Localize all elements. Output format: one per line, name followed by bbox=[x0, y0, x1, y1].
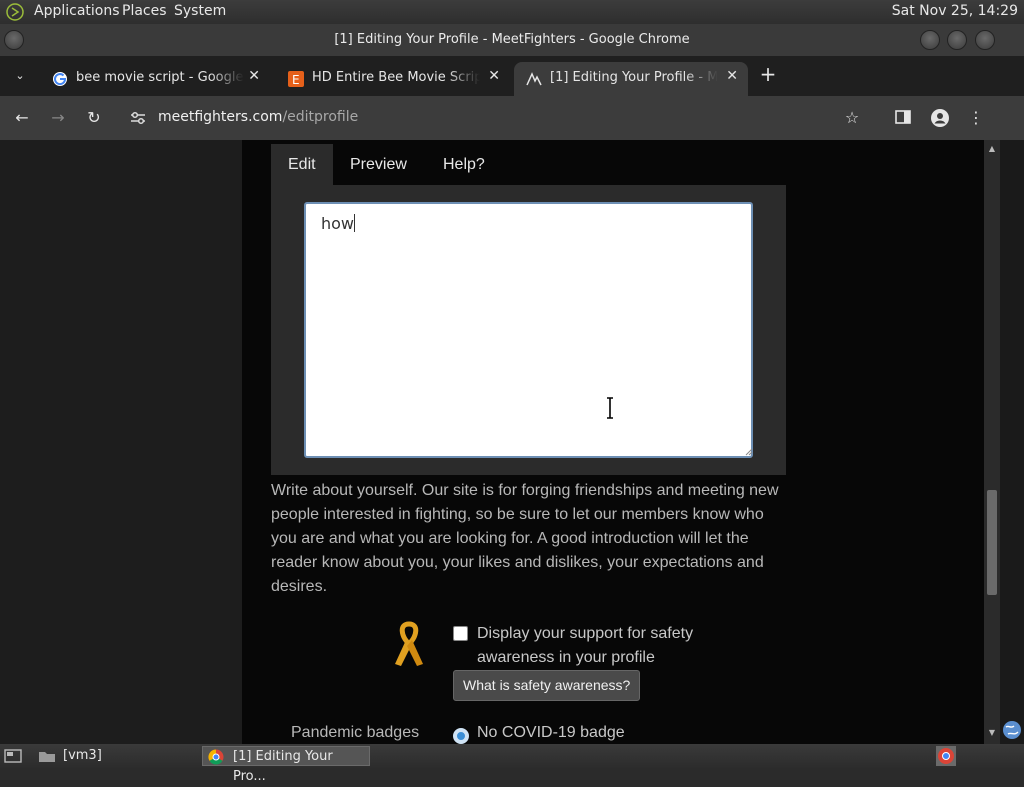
side-panel-icon[interactable] bbox=[894, 108, 912, 126]
meetfighters-icon bbox=[526, 72, 542, 86]
bottom-taskbar: [vm3] [1] Editing Your Pro... bbox=[0, 744, 1024, 784]
chrome-icon bbox=[208, 749, 224, 765]
tab-label: HD Entire Bee Movie Script Meme bbox=[312, 70, 480, 85]
pandemic-badges-label: Pandemic badges bbox=[291, 724, 420, 741]
menu-places[interactable]: Places bbox=[122, 3, 167, 19]
desktop-right-edge bbox=[1000, 140, 1024, 744]
reload-icon[interactable]: ↻ bbox=[84, 108, 104, 128]
menu-system[interactable]: System bbox=[174, 3, 226, 19]
svg-text:E: E bbox=[292, 73, 300, 87]
google-icon bbox=[53, 72, 67, 86]
safety-awareness-label[interactable]: Display your support for safety awarenes… bbox=[477, 622, 737, 670]
page-scrollbar[interactable]: ▲ ▼ bbox=[984, 140, 1000, 744]
kebab-menu-icon[interactable]: ⋮ bbox=[966, 108, 986, 128]
scroll-down-icon[interactable]: ▼ bbox=[987, 728, 997, 737]
forward-icon[interactable]: → bbox=[48, 108, 68, 128]
maximize-button[interactable] bbox=[947, 30, 967, 50]
tab-preview[interactable]: Preview bbox=[333, 144, 424, 186]
page-sidebar bbox=[0, 140, 242, 744]
text-cursor-icon bbox=[607, 397, 613, 419]
scroll-up-icon[interactable]: ▲ bbox=[987, 144, 997, 153]
network-globe-icon[interactable] bbox=[1002, 720, 1022, 740]
tab-search-icon[interactable]: ⌄ bbox=[10, 66, 30, 86]
close-tab-icon[interactable]: ✕ bbox=[248, 68, 260, 84]
profile-icon[interactable] bbox=[930, 108, 950, 128]
window-menu-button[interactable] bbox=[4, 30, 24, 50]
profile-editor-main: Edit Preview Help? how Write about yours… bbox=[242, 140, 984, 744]
page-content: Edit Preview Help? how Write about yours… bbox=[0, 140, 984, 744]
close-window-button[interactable] bbox=[975, 30, 995, 50]
tab-label: bee movie script - Google Search bbox=[76, 70, 244, 85]
tab-google-search[interactable]: bee movie script - Google Search ✕ bbox=[40, 62, 270, 96]
bookmark-star-icon[interactable]: ☆ bbox=[842, 108, 862, 128]
tab-editing-profile[interactable]: [1] Editing Your Profile - MeetFighters … bbox=[514, 62, 748, 96]
textarea-value: how bbox=[321, 214, 355, 233]
etsy-icon: E bbox=[288, 71, 304, 87]
menu-applications[interactable]: Applications bbox=[34, 3, 120, 19]
text-caret bbox=[354, 214, 356, 232]
scroll-thumb[interactable] bbox=[987, 490, 997, 595]
browser-toolbar: ← → ↻ meetfighters.com/editprofile ☆ ⋮ bbox=[0, 96, 1024, 140]
show-desktop-icon[interactable] bbox=[4, 748, 22, 764]
url-path: /editprofile bbox=[282, 109, 359, 125]
chrome-tray-icon[interactable] bbox=[936, 746, 956, 766]
tab-edit[interactable]: Edit bbox=[271, 144, 333, 186]
new-tab-icon[interactable]: + bbox=[758, 64, 778, 84]
editor-panel: how bbox=[271, 185, 786, 475]
tab-strip: ⌄ bee movie script - Google Search ✕ E H… bbox=[0, 56, 1024, 96]
top-panel: Applications Places System Sat Nov 25, 1… bbox=[0, 0, 1024, 24]
taskbar-item-chrome[interactable]: [1] Editing Your Pro... bbox=[202, 746, 370, 784]
window-titlebar[interactable]: [1] Editing Your Profile - MeetFighters … bbox=[0, 24, 1024, 56]
url-text[interactable]: meetfighters.com/editprofile bbox=[158, 109, 358, 125]
tab-label: [1] Editing Your Profile - MeetFighters bbox=[550, 70, 718, 85]
taskbar-item-vm3[interactable]: [vm3] bbox=[63, 746, 102, 766]
window-title: [1] Editing Your Profile - MeetFighters … bbox=[334, 32, 690, 47]
close-tab-icon[interactable]: ✕ bbox=[488, 68, 500, 84]
gnome-foot-icon[interactable] bbox=[6, 3, 24, 21]
bio-textarea[interactable]: how bbox=[304, 202, 753, 458]
minimize-button[interactable] bbox=[920, 30, 940, 50]
tab-help[interactable]: Help? bbox=[426, 144, 502, 186]
tab-bee-movie-script[interactable]: E HD Entire Bee Movie Script Meme ✕ bbox=[276, 62, 510, 96]
panel-clock[interactable]: Sat Nov 25, 14:29 bbox=[892, 3, 1018, 19]
site-info-icon[interactable] bbox=[130, 111, 146, 125]
url-host: meetfighters.com bbox=[158, 109, 283, 125]
close-tab-icon[interactable]: ✕ bbox=[726, 68, 738, 84]
safety-awareness-checkbox[interactable] bbox=[453, 626, 468, 641]
file-manager-icon[interactable] bbox=[38, 748, 56, 764]
no-covid-badge-radio[interactable] bbox=[453, 728, 469, 744]
safety-ribbon-icon bbox=[395, 621, 423, 666]
resize-handle-icon[interactable] bbox=[745, 448, 753, 456]
address-bar[interactable]: meetfighters.com/editprofile ☆ bbox=[120, 102, 872, 134]
bio-help-text: Write about yourself. Our site is for fo… bbox=[271, 482, 779, 595]
back-icon[interactable]: ← bbox=[12, 108, 32, 128]
no-covid-badge-label[interactable]: No COVID-19 badge bbox=[477, 724, 625, 742]
taskbar-item-label: [1] Editing Your Pro... bbox=[233, 749, 333, 784]
what-is-safety-awareness-button[interactable]: What is safety awareness? bbox=[453, 670, 641, 701]
